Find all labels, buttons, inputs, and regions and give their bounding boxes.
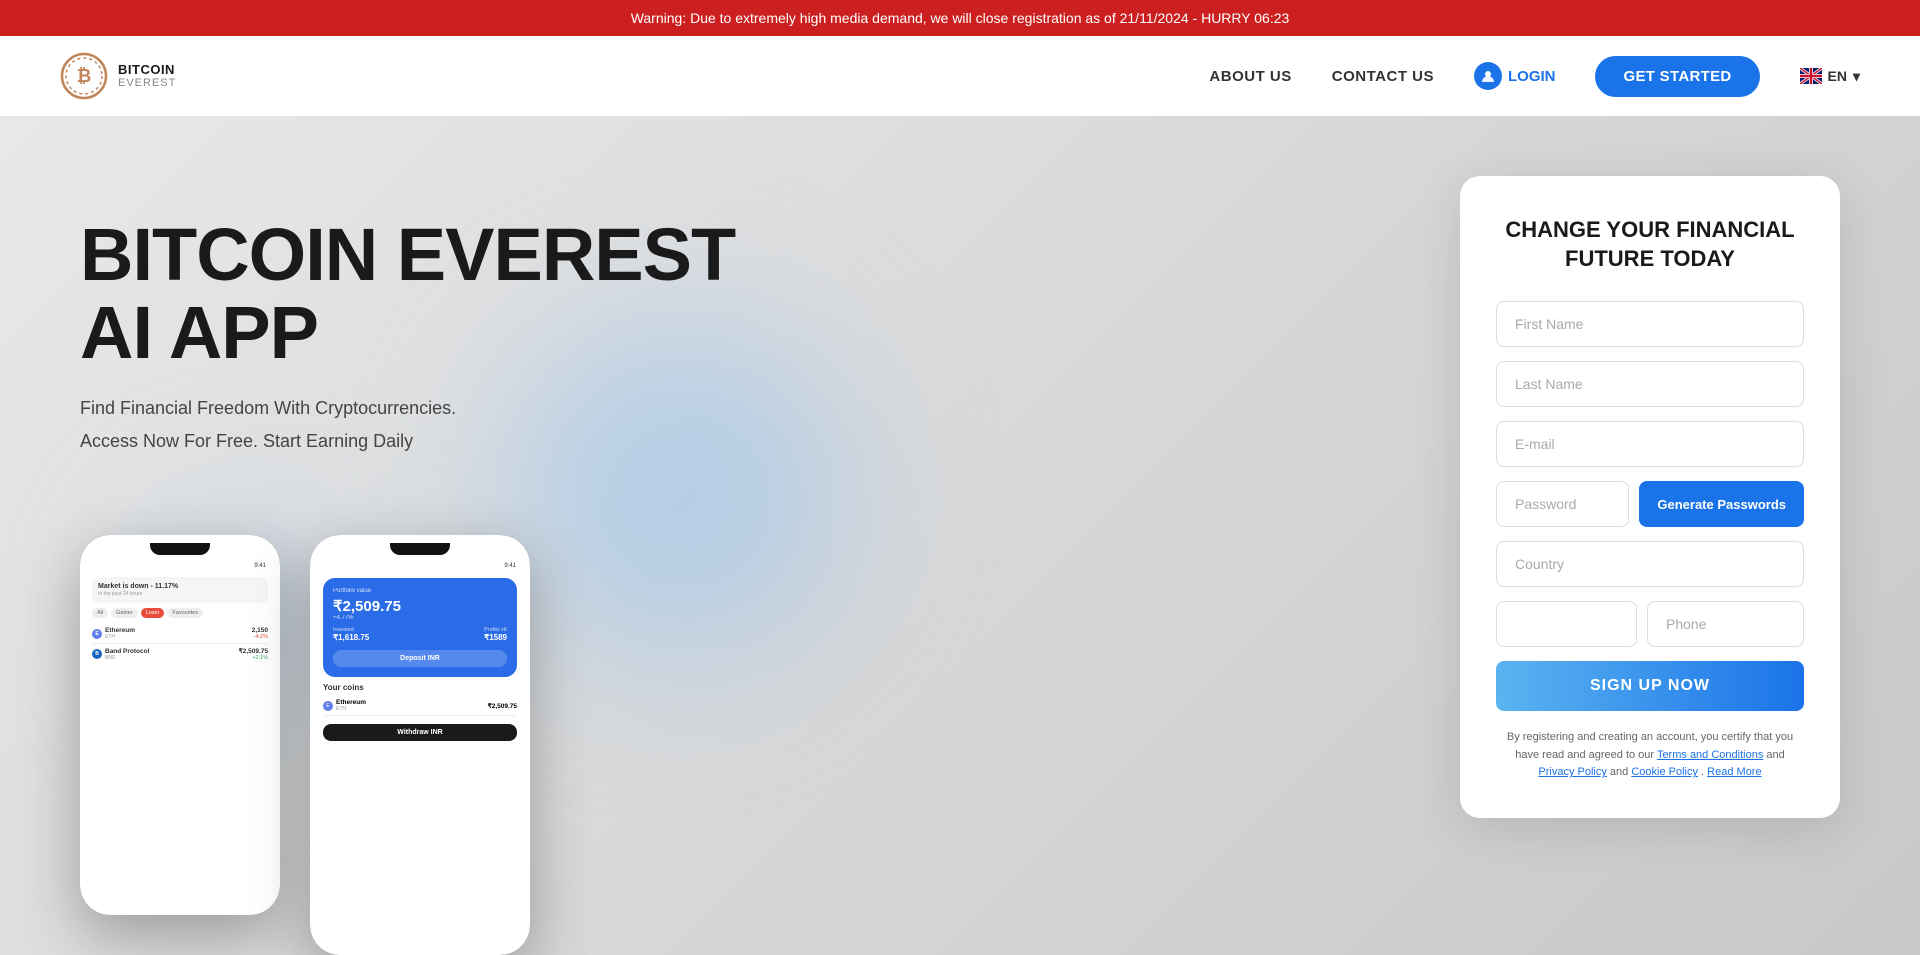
hero-subtitle-line2: Access Now For Free. Start Earning Daily [80, 428, 1420, 455]
generate-passwords-button[interactable]: Generate Passwords [1639, 481, 1804, 527]
registration-form: CHANGE YOUR FINANCIAL FUTURE TODAY Gener… [1460, 176, 1840, 818]
bitcoin-logo-icon: ₿ [60, 52, 108, 100]
cookie-link[interactable]: Cookie Policy [1631, 766, 1698, 778]
svg-text:₿: ₿ [77, 66, 92, 86]
hero-title-line1: BITCOIN EVEREST [80, 213, 735, 296]
phone-input[interactable] [1647, 601, 1804, 647]
phone-mockup-1: 9:41 Market is down - 11.17% In the past… [80, 535, 280, 915]
hero-title-line2: AI APP [80, 291, 318, 374]
email-input[interactable] [1496, 421, 1804, 467]
logo-brand-name: BITCOIN [118, 62, 176, 78]
terms-and: and [1766, 749, 1784, 761]
language-label: EN [1828, 68, 1847, 84]
contact-us-link[interactable]: CONTACT US [1332, 68, 1434, 85]
password-row: Generate Passwords [1496, 481, 1804, 527]
country-code-input[interactable] [1496, 601, 1637, 647]
phone-country-row [1496, 601, 1804, 647]
flag-icon [1800, 68, 1822, 84]
login-link[interactable]: LOGIN [1474, 62, 1556, 90]
read-more-link[interactable]: Read More [1707, 766, 1761, 778]
signup-button[interactable]: SIGN UP NOW [1496, 661, 1804, 711]
last-name-input[interactable] [1496, 361, 1804, 407]
top-banner: Warning: Due to extremely high media dem… [0, 0, 1920, 36]
logo[interactable]: ₿ BITCOIN EVEREST [60, 52, 176, 100]
banner-text: Warning: Due to extremely high media dem… [631, 10, 1290, 26]
navbar: ₿ BITCOIN EVEREST ABOUT US CONTACT US LO… [0, 36, 1920, 116]
hero-subtitle-line1: Find Financial Freedom With Cryptocurren… [80, 395, 1420, 422]
logo-brand-sub: EVEREST [118, 77, 176, 90]
terms-link[interactable]: Terms and Conditions [1657, 749, 1763, 761]
password-input[interactable] [1496, 481, 1629, 527]
terms-and2: and [1610, 766, 1631, 778]
hero-left: BITCOIN EVEREST AI APP Find Financial Fr… [80, 176, 1420, 955]
nav-links: ABOUT US CONTACT US LOGIN GET STARTED EN [1209, 56, 1860, 97]
chevron-down-icon: ▾ [1853, 68, 1860, 85]
login-icon [1474, 62, 1502, 90]
hero-section: BITCOIN EVEREST AI APP Find Financial Fr… [0, 116, 1920, 955]
first-name-input[interactable] [1496, 301, 1804, 347]
get-started-button[interactable]: GET STARTED [1595, 56, 1759, 97]
hero-title: BITCOIN EVEREST AI APP [80, 216, 1420, 371]
country-input[interactable] [1496, 541, 1804, 587]
about-us-link[interactable]: ABOUT US [1209, 68, 1291, 85]
terms-text: By registering and creating an account, … [1496, 729, 1804, 782]
language-selector[interactable]: EN ▾ [1800, 68, 1860, 85]
phone-mockup-2: 9:41 Portfolio value ₹2,509.75 +4.77% In… [310, 535, 530, 955]
privacy-link[interactable]: Privacy Policy [1538, 766, 1606, 778]
form-title: CHANGE YOUR FINANCIAL FUTURE TODAY [1496, 216, 1804, 273]
login-label: LOGIN [1508, 68, 1556, 85]
